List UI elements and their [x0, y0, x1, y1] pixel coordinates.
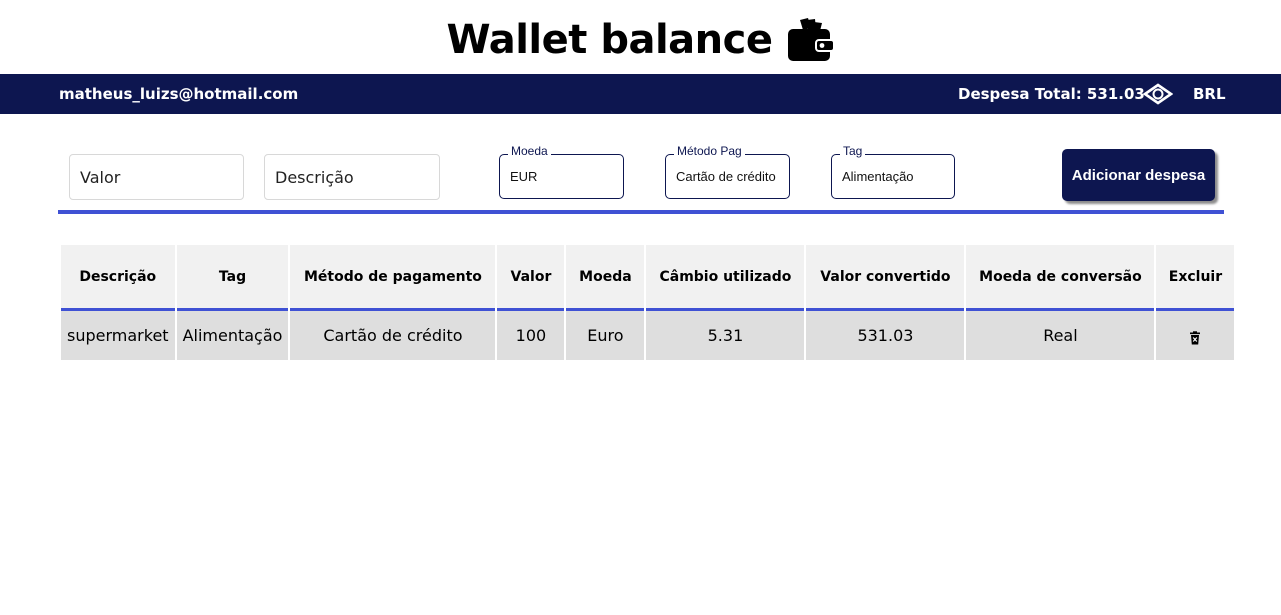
cell-valor-convertido: 531.03 [806, 311, 965, 360]
tag-select[interactable]: Tag Alimentação [831, 144, 955, 199]
header-metodo-pagamento: Método de pagamento [290, 245, 496, 311]
currency-exchange-icon [1142, 82, 1174, 106]
user-email: matheus_luizs@hotmail.com [59, 85, 299, 103]
header-tag: Tag [176, 245, 289, 311]
cell-cambio: 5.31 [646, 311, 805, 360]
cell-moeda-conversao: Real [966, 311, 1155, 360]
header-descricao: Descrição [61, 245, 175, 311]
header-moeda: Moeda [566, 245, 645, 311]
cell-metodo-pagamento: Cartão de crédito [290, 311, 496, 360]
descricao-input[interactable] [264, 154, 440, 200]
total-expense: Despesa Total: 531.03 [958, 85, 1145, 103]
metodo-pagamento-label: Método Pag [674, 144, 745, 158]
add-expense-button[interactable]: Adicionar despesa [1062, 149, 1215, 201]
tag-label: Tag [840, 144, 866, 158]
tag-value: Alimentação [842, 169, 914, 184]
expenses-table: Descrição Tag Método de pagamento Valor … [59, 245, 1236, 360]
moeda-select[interactable]: Moeda EUR [499, 144, 624, 199]
form-divider [58, 210, 1224, 214]
cell-moeda: Euro [566, 311, 645, 360]
page-title: Wallet balance [446, 17, 773, 63]
header-excluir: Excluir [1156, 245, 1235, 311]
table-row: supermarket Alimentação Cartão de crédit… [61, 311, 1235, 360]
table-header-row: Descrição Tag Método de pagamento Valor … [61, 245, 1235, 311]
header-valor-convertido: Valor convertido [806, 245, 965, 311]
app-header: Wallet balance [0, 12, 1281, 68]
header-cambio: Câmbio utilizado [646, 245, 805, 311]
wallet-icon [786, 16, 836, 64]
top-navbar: matheus_luizs@hotmail.com Despesa Total:… [0, 74, 1281, 114]
trash-icon[interactable] [1188, 330, 1202, 344]
cell-descricao: supermarket [61, 311, 175, 360]
cell-tag: Alimentação [176, 311, 289, 360]
metodo-pagamento-value: Cartão de crédito [676, 169, 776, 184]
moeda-label: Moeda [508, 144, 551, 158]
moeda-value: EUR [510, 169, 538, 184]
cell-excluir [1156, 311, 1235, 360]
cell-valor: 100 [497, 311, 565, 360]
metodo-pagamento-select[interactable]: Método Pag Cartão de crédito [665, 144, 790, 199]
header-moeda-conversao: Moeda de conversão [966, 245, 1155, 311]
header-valor: Valor [497, 245, 565, 311]
expense-form: Moeda EUR Método Pag Cartão de crédito T… [58, 130, 1224, 215]
currency-code: BRL [1193, 85, 1226, 103]
valor-input[interactable] [69, 154, 244, 200]
